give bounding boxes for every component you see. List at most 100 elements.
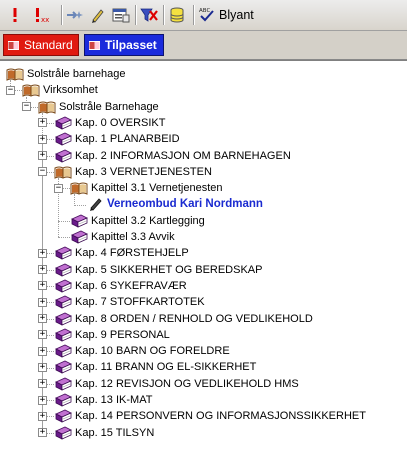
tree-item[interactable]: Kap. 9 PERSONAL — [54, 327, 170, 343]
tab-tilpasset-label: Tilpasset — [105, 38, 157, 52]
tree-item-label: Kap. 0 OVERSIKT — [75, 117, 166, 129]
tree-item-label: Kap. 11 BRANN OG EL-SIKKERHET — [75, 361, 257, 373]
pencil-icon[interactable] — [88, 4, 108, 26]
tree-item[interactable]: Kap. 0 OVERSIKT — [54, 115, 165, 131]
tree-item-label: Kap. 2 INFORMASJON OM BARNEHAGEN — [75, 150, 291, 162]
tab-standard[interactable]: Standard — [3, 34, 79, 56]
tree-item[interactable]: Kap. 11 BRANN OG EL-SIKKERHET — [54, 359, 256, 375]
tree-item-label: Kap. 3 VERNETJENESTEN — [75, 166, 212, 178]
tree-item[interactable]: Solstråle barnehage — [6, 66, 125, 82]
expand-icon[interactable]: + — [38, 363, 47, 372]
tree-item[interactable]: Kap. 7 STOFFKARTOTEK — [54, 294, 205, 310]
tree-item[interactable]: Kap. 13 IK-MAT — [54, 392, 152, 408]
collapse-icon[interactable]: − — [22, 102, 31, 111]
svg-text:xx: xx — [41, 16, 49, 23]
tree-connector — [74, 205, 86, 207]
expand-icon[interactable]: + — [38, 396, 47, 405]
book-icon — [54, 393, 72, 407]
expand-icon[interactable]: + — [38, 151, 47, 160]
tree-item-label: Kap. 7 STOFFKARTOTEK — [75, 296, 205, 308]
book-icon — [54, 409, 72, 423]
book-icon — [7, 39, 20, 52]
tree-item-label: Virksomhet — [43, 84, 98, 96]
arrow-star-icon[interactable] — [64, 4, 86, 26]
tree-connector — [58, 237, 70, 239]
expand-icon[interactable]: + — [38, 265, 47, 274]
collapse-icon[interactable]: − — [54, 184, 63, 193]
tree-item[interactable]: Kap. 4 FØRSTEHJELP — [54, 245, 189, 261]
collapse-icon[interactable]: − — [38, 167, 47, 176]
priority-high-icon[interactable] — [4, 4, 26, 26]
book-icon — [54, 426, 72, 440]
tree-item[interactable]: Kap. 6 SYKEFRAVÆR — [54, 278, 187, 294]
expand-icon[interactable]: + — [38, 298, 47, 307]
tree-item-label: Kap. 9 PERSONAL — [75, 329, 170, 341]
tab-standard-label: Standard — [24, 38, 73, 52]
svg-text:ABC: ABC — [199, 8, 210, 14]
database-icon[interactable] — [166, 4, 188, 26]
book-icon — [54, 279, 72, 293]
pencil-label: Blyant — [219, 8, 254, 22]
tree-item[interactable]: Kap. 2 INFORMASJON OM BARNEHAGEN — [54, 148, 291, 164]
filter-delete-icon[interactable] — [138, 4, 160, 26]
tree-item[interactable]: Kap. 5 SIKKERHET OG BEREDSKAP — [54, 262, 262, 278]
tree-connector — [58, 221, 60, 237]
expand-icon[interactable]: + — [38, 314, 47, 323]
spellcheck-button[interactable]: ABC Blyant — [198, 4, 272, 26]
spellcheck-icon: ABC — [198, 6, 216, 25]
tree-item[interactable]: Kapittel 3.2 Kartlegging — [70, 213, 205, 229]
priority-xx-icon[interactable]: xx — [30, 4, 56, 26]
expand-icon[interactable]: + — [38, 118, 47, 127]
toolbar: xx ABC Blyant — [0, 0, 407, 31]
tree-item[interactable]: Kapittel 3.3 Avvik — [70, 229, 175, 245]
book-icon — [70, 214, 88, 228]
tree-item-label: Kap. 14 PERSONVERN OG INFORMASJONSSIKKER… — [75, 410, 366, 422]
open-book-icon — [38, 100, 56, 114]
tree-item[interactable]: Kapittel 3.1 Vernetjenesten — [70, 180, 222, 196]
tree-item[interactable]: Kap. 12 REVISJON OG VEDLIKEHOLD HMS — [54, 376, 299, 392]
expand-icon[interactable]: + — [38, 330, 47, 339]
tree-item-label: Kap. 10 BARN OG FORELDRE — [75, 345, 230, 357]
book-icon — [70, 230, 88, 244]
tree-item-label: Kap. 12 REVISJON OG VEDLIKEHOLD HMS — [75, 378, 299, 390]
pencil-icon — [86, 197, 104, 211]
tree-item-label: Kapittel 3.3 Avvik — [91, 231, 175, 243]
tree-item-label: Kapittel 3.1 Vernetjenesten — [91, 182, 223, 194]
book-icon — [54, 344, 72, 358]
book-icon — [54, 149, 72, 163]
tree-item[interactable]: Kap. 8 ORDEN / RENHOLD OG VEDLIKEHOLD — [54, 311, 313, 327]
properties-icon[interactable] — [110, 4, 132, 26]
expand-icon[interactable]: + — [38, 379, 47, 388]
book-icon — [54, 132, 72, 146]
tree-item-label: Verneombud Kari Nordmann — [107, 198, 263, 210]
expand-icon[interactable]: + — [38, 428, 47, 437]
tree-item[interactable]: Kap. 10 BARN OG FORELDRE — [54, 343, 230, 359]
tab-bar: Standard Tilpasset — [0, 31, 407, 60]
collapse-icon[interactable]: − — [6, 86, 15, 95]
tree-item-label: Kap. 8 ORDEN / RENHOLD OG VEDLIKEHOLD — [75, 313, 313, 325]
tree-item-label: Kap. 4 FØRSTEHJELP — [75, 247, 189, 259]
expand-icon[interactable]: + — [38, 412, 47, 421]
tree-item[interactable]: Verneombud Kari Nordmann — [86, 196, 263, 212]
tree-item[interactable]: Virksomhet — [22, 82, 98, 98]
tab-tilpasset[interactable]: Tilpasset — [84, 34, 164, 56]
tree-item-label: Kap. 15 TILSYN — [75, 427, 155, 439]
tree-item[interactable]: Kap. 14 PERSONVERN OG INFORMASJONSSIKKER… — [54, 408, 366, 424]
tree-item[interactable]: Kap. 15 TILSYN — [54, 425, 154, 441]
open-book-icon — [70, 181, 88, 195]
book-icon — [88, 39, 101, 52]
tree-item-label: Kap. 6 SYKEFRAVÆR — [75, 280, 187, 292]
book-icon — [54, 377, 72, 391]
expand-icon[interactable]: + — [38, 347, 47, 356]
tree-item-label: Solstråle barnehage — [27, 68, 126, 80]
tree-item-label: Kap. 5 SIKKERHET OG BEREDSKAP — [75, 264, 263, 276]
book-icon — [54, 116, 72, 130]
expand-icon[interactable]: + — [38, 135, 47, 144]
tree-item[interactable]: Kap. 1 PLANARBEID — [54, 131, 180, 147]
expand-icon[interactable]: + — [38, 249, 47, 258]
tree-item[interactable]: Solstråle Barnehage — [38, 99, 159, 115]
book-icon — [54, 263, 72, 277]
tree-item[interactable]: Kap. 3 VERNETJENESTEN — [54, 164, 212, 180]
expand-icon[interactable]: + — [38, 281, 47, 290]
book-icon — [54, 360, 72, 374]
